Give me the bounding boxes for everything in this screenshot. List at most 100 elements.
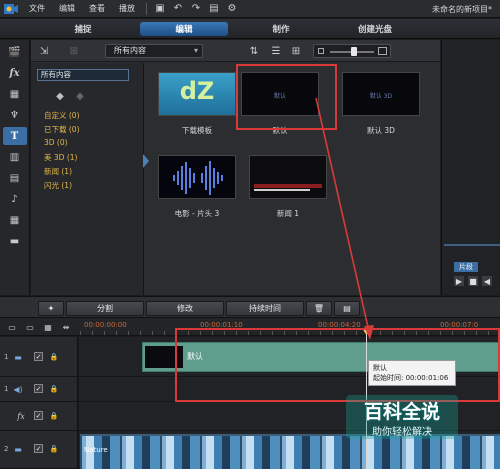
track-enable-checkbox[interactable]: ✓ bbox=[34, 411, 43, 420]
highlight-box-timeline-clip bbox=[175, 328, 500, 402]
menu-bar: 文件 编辑 查看 播放 ▣ ↶ ↷ ▤ ⚙ 未命名的新项目* bbox=[0, 0, 500, 18]
watermark-subtitle: 助你轻松解决 bbox=[372, 427, 432, 438]
watermark-title: 百科全说 bbox=[363, 401, 440, 423]
tab-edit[interactable]: 编辑 bbox=[140, 22, 228, 36]
preview-panel: 片段 ▶ ■ ◀ bbox=[441, 40, 500, 295]
category-beauty-3d[interactable]: 美 3D (1) bbox=[44, 152, 77, 163]
track-enable-checkbox[interactable]: ✓ bbox=[34, 352, 43, 361]
undo-icon[interactable]: ↶ bbox=[171, 2, 185, 16]
track-number: 2 bbox=[4, 445, 9, 453]
previous-frame-icon[interactable]: ◀ bbox=[482, 276, 492, 286]
content-filter-select[interactable]: 所有内容 ▾ bbox=[105, 44, 203, 58]
expand-panel-icon[interactable] bbox=[143, 154, 149, 168]
track-number: 1 bbox=[4, 353, 9, 361]
play-icon[interactable]: ▶ bbox=[454, 276, 464, 286]
library-manager-icon[interactable]: ⊞ bbox=[67, 44, 81, 58]
tab-capture[interactable]: 捕捉 bbox=[58, 22, 108, 36]
news-banner-bar bbox=[254, 184, 322, 188]
news-ticker-bar bbox=[254, 189, 310, 191]
lock-icon[interactable]: 🔒 bbox=[50, 411, 59, 420]
menu-edit[interactable]: 编辑 bbox=[52, 3, 82, 14]
thumbnail-news-1[interactable]: 新闻 1 bbox=[249, 155, 327, 219]
list-view-icon[interactable]: ☰ bbox=[269, 44, 283, 58]
track-enable-checkbox[interactable]: ✓ bbox=[34, 444, 43, 453]
instant-project-icon[interactable]: ▤ bbox=[3, 169, 27, 187]
grid-view-icon[interactable]: ⊞ bbox=[289, 44, 303, 58]
lock-icon[interactable]: 🔒 bbox=[50, 384, 59, 393]
category-custom[interactable]: 自定义 (0) bbox=[44, 110, 80, 121]
watermark-logo: 百科全说 助你轻松解决 bbox=[340, 395, 464, 439]
clip-name: Nature bbox=[84, 446, 108, 454]
subtitle-icon[interactable]: ▬ bbox=[3, 232, 27, 250]
library-toolbar: ⇲ ⊞ 所有内容 ▾ ⇅ ☰ ⊞ bbox=[31, 40, 440, 62]
menu-view[interactable]: 查看 bbox=[82, 3, 112, 14]
clip-mode-button[interactable]: 片段 bbox=[454, 262, 478, 272]
category-news[interactable]: 新闻 (1) bbox=[44, 166, 72, 177]
default-3d-preview-image: 默认 3D bbox=[342, 72, 420, 116]
default-3d-preview-text: 默认 3D bbox=[369, 93, 393, 100]
track-enable-checkbox[interactable]: ✓ bbox=[34, 384, 43, 393]
microphone-icon[interactable]: ♪ bbox=[3, 190, 27, 208]
tab-create-disc[interactable]: 创建光盘 bbox=[340, 22, 410, 36]
delete-icon[interactable]: 🗑 bbox=[306, 301, 332, 316]
modify-button[interactable]: 修改 bbox=[146, 301, 224, 316]
menu-play[interactable]: 播放 bbox=[112, 3, 142, 14]
settings-icon[interactable]: ⚙ bbox=[225, 2, 239, 16]
add-category-icon[interactable]: ◆ bbox=[53, 89, 67, 103]
track-options-icon[interactable]: ▦ bbox=[42, 321, 54, 333]
menu-separator bbox=[146, 2, 147, 15]
video-track-icon: ▬ bbox=[14, 352, 22, 362]
tool-strip: 🎬 fx ▦ ♆ T ▥ ▤ ♪ ▦ ▬ bbox=[0, 40, 30, 295]
menu-file[interactable]: 文件 bbox=[22, 3, 52, 14]
news-preview-image bbox=[249, 155, 327, 199]
tab-share[interactable]: 制作 bbox=[256, 22, 306, 36]
track-header: fx ✓ 🔒 bbox=[0, 402, 78, 431]
lock-icon[interactable]: 🔒 bbox=[50, 444, 59, 453]
slider-handle[interactable] bbox=[351, 47, 357, 56]
split-button[interactable]: 分割 bbox=[66, 301, 144, 316]
category-all[interactable]: 所有内容 bbox=[37, 69, 129, 81]
fx-icon[interactable]: fx bbox=[3, 64, 27, 82]
chevron-down-icon: ▾ bbox=[193, 46, 198, 55]
storyboard-view-icon[interactable]: ▭ bbox=[24, 321, 36, 333]
thumbnail-label: 下载模板 bbox=[182, 126, 212, 135]
thumbnail-label: 默认 3D bbox=[367, 126, 395, 135]
timeline-view-icon[interactable]: ▭ bbox=[6, 321, 18, 333]
category-flash[interactable]: 闪光 (1) bbox=[44, 180, 72, 191]
graphic-icon[interactable]: ▥ bbox=[3, 148, 27, 166]
content-filter-value: 所有内容 bbox=[114, 46, 146, 55]
project-title: 未命名的新项目* bbox=[432, 5, 492, 14]
small-thumb-icon bbox=[318, 48, 324, 54]
snapshot-icon[interactable]: ▤ bbox=[207, 2, 221, 16]
media-icon[interactable]: 🎬 bbox=[3, 43, 27, 61]
track-header: 1 ◀) ✓ 🔒 bbox=[0, 377, 78, 402]
lock-icon[interactable]: 🔒 bbox=[50, 352, 59, 361]
redo-icon[interactable]: ↷ bbox=[189, 2, 203, 16]
action-bar: ✦ 分割 修改 持续时间 🗑 ▤ bbox=[0, 296, 500, 318]
sort-icon[interactable]: ⇅ bbox=[247, 44, 261, 58]
import-icon[interactable]: ⇲ bbox=[37, 44, 51, 58]
save-icon[interactable]: ▣ bbox=[153, 2, 167, 16]
more-actions-icon[interactable]: ▤ bbox=[334, 301, 360, 316]
thumbnail-label: 新闻 1 bbox=[276, 209, 300, 218]
duration-button[interactable]: 持续时间 bbox=[226, 301, 304, 316]
thumbnail-movie-intro-3[interactable]: 电影 - 片头 3 bbox=[158, 155, 236, 219]
transition-icon[interactable]: ▦ bbox=[3, 85, 27, 103]
score-icon[interactable]: ▦ bbox=[3, 211, 27, 229]
thumbnail-download-template[interactable]: dZ 下载模板 bbox=[158, 72, 236, 136]
category-downloaded[interactable]: 已下载 (0) bbox=[44, 124, 80, 135]
stop-icon[interactable]: ■ bbox=[468, 276, 478, 286]
video-clip[interactable]: Nature bbox=[80, 434, 500, 469]
thumbnail-default-3d[interactable]: 默认 3D 默认 3D bbox=[342, 72, 420, 136]
app-logo-icon bbox=[0, 0, 22, 18]
category-3d[interactable]: 3D (0) bbox=[44, 138, 68, 147]
filter-icon[interactable]: ♆ bbox=[3, 106, 27, 124]
title-icon[interactable]: T bbox=[2, 127, 27, 145]
remove-category-icon[interactable]: ◆ bbox=[73, 89, 87, 103]
movie-intro-preview-image bbox=[158, 155, 236, 199]
magic-tool-icon[interactable]: ✦ bbox=[38, 301, 64, 316]
fit-timeline-icon[interactable]: ⇹ bbox=[60, 321, 72, 333]
track-header: 2 ▬ ✓ 🔒 bbox=[0, 431, 78, 469]
preview-progress-bar bbox=[444, 244, 500, 246]
thumbnail-size-slider[interactable] bbox=[313, 44, 391, 58]
